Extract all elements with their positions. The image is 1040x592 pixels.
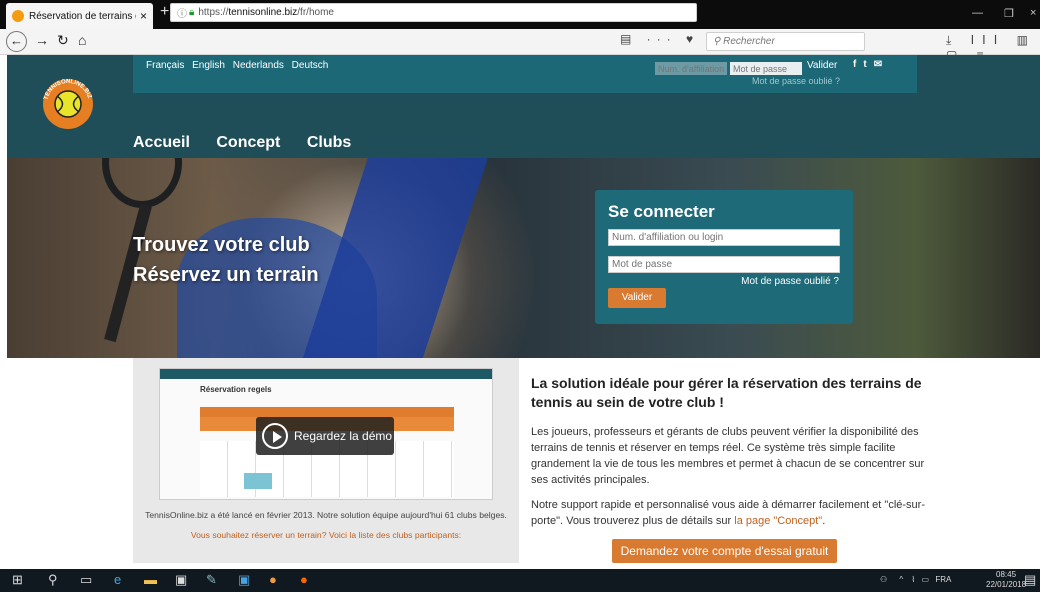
home-icon[interactable]: ⌂: [78, 32, 86, 48]
back-icon[interactable]: ←: [6, 31, 27, 52]
play-demo-button[interactable]: Regardez la démo: [256, 417, 394, 455]
password-input[interactable]: [608, 256, 840, 273]
lock-icon: 🔒︎: [189, 7, 195, 18]
minimize-icon[interactable]: —: [972, 7, 983, 19]
solution-paragraph-1: Les joueurs, professeurs et gérants de c…: [531, 426, 925, 486]
store-icon[interactable]: ▣: [175, 572, 187, 588]
windows-start-icon[interactable]: ⊞: [12, 572, 23, 588]
screen: Réservation de terrains de Tenn × + — ❐ …: [0, 0, 1040, 592]
system-tray: ⚇ ^ ⌇ ▭ FRA: [880, 575, 951, 584]
tab-title: Réservation de terrains de Tenn: [29, 10, 136, 22]
clock-time: 08:45: [996, 570, 1017, 579]
mail-icon[interactable]: ✉: [874, 59, 889, 70]
lang-nl[interactable]: Nederlands: [233, 60, 284, 71]
hero-title: Trouvez votre club Réservez un terrain: [133, 230, 319, 290]
search-placeholder: Rechercher: [723, 36, 775, 47]
clock-date: 22/01/2018: [986, 580, 1027, 589]
forward-icon[interactable]: →: [35, 32, 49, 48]
reload-icon[interactable]: ↻: [57, 32, 69, 49]
clubs-list-link[interactable]: Vous souhaitez réserver un terrain? Voic…: [133, 530, 519, 540]
media-icon[interactable]: ▣: [238, 572, 250, 588]
language-switcher: Français English Nederlands Deutsch: [146, 60, 333, 71]
chevron-up-icon[interactable]: ^: [899, 575, 903, 584]
header-submit-button[interactable]: Valider: [807, 60, 837, 71]
header-password-input[interactable]: [730, 62, 802, 75]
lang-de[interactable]: Deutsch: [292, 60, 329, 71]
new-tab-button[interactable]: +: [160, 3, 169, 21]
facebook-icon[interactable]: f: [853, 59, 863, 70]
url-bar[interactable]: ⓘ 🔒︎ https:// tennisonline.biz /fr/home: [170, 3, 697, 22]
volume-icon[interactable]: ▭: [922, 575, 930, 584]
solution-paragraph-2: Notre support rapide et personnalisé vou…: [531, 497, 931, 529]
tab-favicon-icon: [12, 10, 24, 22]
app-icon[interactable]: ✎: [206, 572, 217, 588]
demo-screen-title: Réservation regels: [200, 385, 272, 394]
social-icons: ft✉: [853, 59, 889, 70]
url-prefix: https://: [198, 7, 229, 18]
language-indicator[interactable]: FRA: [935, 575, 951, 584]
search-taskbar-icon[interactable]: ⚲: [48, 572, 58, 588]
hero-line-1: Trouvez votre club: [133, 234, 310, 256]
notifications-icon[interactable]: ▤: [1024, 572, 1036, 588]
solution-title: La solution idéale pour gérer la réserva…: [531, 375, 922, 410]
header-affiliation-input[interactable]: [655, 62, 727, 75]
concept-page-link[interactable]: la page "Concept": [734, 515, 822, 527]
tennis-racket-image: [102, 158, 182, 208]
main-nav: Accueil Concept Clubs: [133, 134, 373, 152]
firefox-icon[interactable]: ●: [300, 572, 308, 587]
window-close-icon[interactable]: ×: [1030, 7, 1036, 19]
url-path: /fr/home: [297, 7, 334, 18]
browser-navbar: ← → ↻ ⌂: [0, 29, 1040, 55]
file-explorer-icon[interactable]: ▬: [144, 572, 157, 587]
lang-en[interactable]: English: [192, 60, 225, 71]
people-icon[interactable]: ⚇: [880, 575, 887, 584]
free-trial-button[interactable]: Demandez votre compte d'essai gratuit: [612, 539, 837, 563]
paragraph-2-text: Notre support rapide et personnalisé vou…: [531, 499, 925, 527]
login-panel: Se connecter Mot de passe oublié ? Valid…: [595, 190, 853, 324]
paragraph-2-end: .: [822, 515, 826, 527]
browser-search-input[interactable]: ⚲ Rechercher: [706, 32, 865, 51]
site-logo[interactable]: TENNISONLINE.BIZ: [35, 78, 101, 130]
twitter-icon[interactable]: t: [863, 59, 873, 70]
nav-concept[interactable]: Concept: [216, 134, 280, 151]
task-view-icon[interactable]: ▭: [80, 572, 92, 588]
login-title: Se connecter: [608, 202, 715, 221]
chrome-icon[interactable]: ●: [269, 572, 277, 587]
maximize-icon[interactable]: ❐: [1004, 7, 1014, 20]
url-host: tennisonline.biz: [228, 7, 298, 18]
forgot-password-link[interactable]: Mot de passe oublié ?: [741, 276, 839, 287]
edge-icon[interactable]: e: [114, 572, 121, 587]
play-demo-label: Regardez la démo: [294, 429, 393, 443]
nav-clubs[interactable]: Clubs: [307, 134, 351, 151]
info-icon[interactable]: ⓘ: [177, 5, 187, 20]
network-icon[interactable]: ⌇: [911, 575, 915, 584]
hero-line-2: Réservez un terrain: [133, 264, 319, 286]
taskbar-clock[interactable]: 08:45 22/01/2018: [986, 570, 1026, 590]
nav-accueil[interactable]: Accueil: [133, 134, 190, 151]
header-forgot-link[interactable]: Mot de passe oublié ?: [752, 76, 840, 86]
lang-fr[interactable]: Français: [146, 60, 184, 71]
login-submit-button[interactable]: Valider: [608, 288, 666, 308]
close-tab-icon[interactable]: ×: [140, 9, 147, 23]
demo-caption: TennisOnline.biz a été lancé en février …: [145, 510, 507, 520]
play-icon: [262, 423, 288, 449]
login-input[interactable]: [608, 229, 840, 246]
browser-tab[interactable]: Réservation de terrains de Tenn ×: [6, 3, 153, 29]
search-icon: ⚲: [713, 36, 724, 47]
